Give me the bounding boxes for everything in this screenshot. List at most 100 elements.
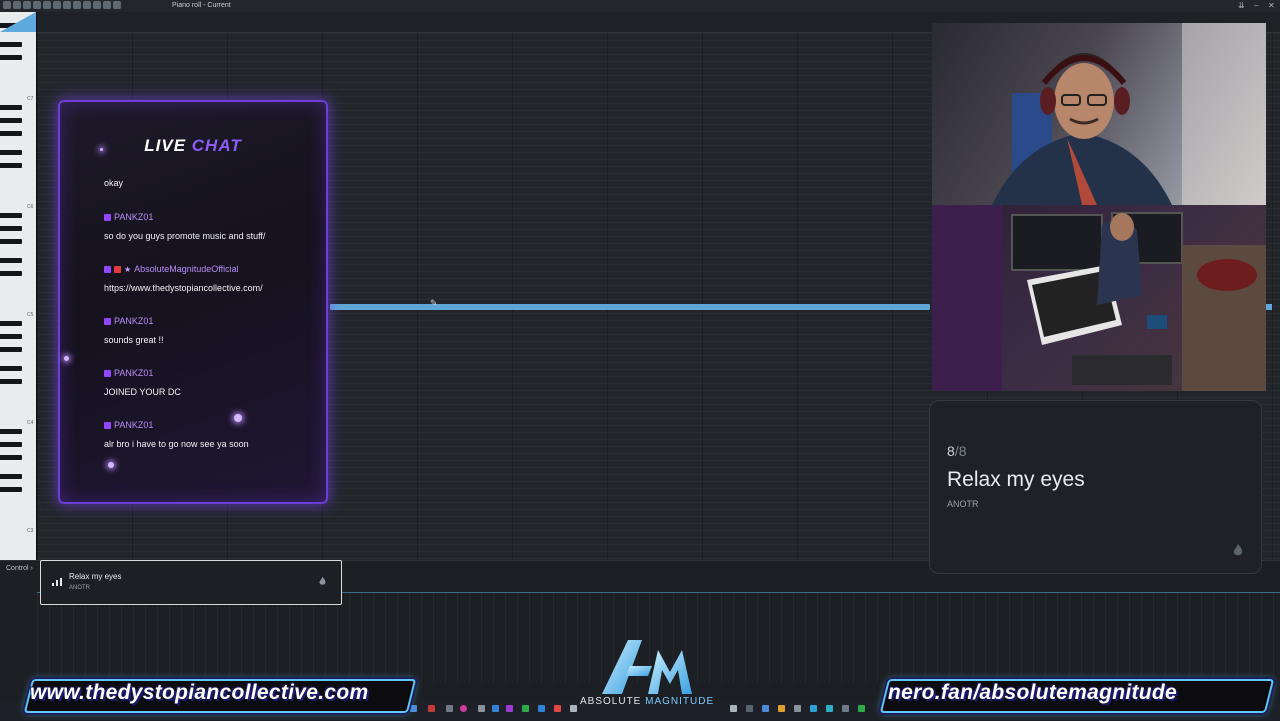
piano-black-key[interactable] <box>0 131 22 136</box>
taskbar-app-icon[interactable] <box>810 705 817 712</box>
control-label[interactable]: Control › <box>6 565 33 572</box>
select-icon[interactable] <box>83 1 91 9</box>
taskbar-app-icon[interactable] <box>492 705 499 712</box>
chat-message-text: JOINED YOUR DC <box>104 387 181 397</box>
piano-black-key[interactable] <box>0 347 22 352</box>
star-badge-icon: ★ <box>124 264 132 274</box>
zoom-icon[interactable] <box>93 1 101 9</box>
piano-keyboard[interactable]: C7 C6 C5 C4 C3 <box>0 12 37 560</box>
control-label-text: Control <box>6 565 29 572</box>
taskbar-app-icon[interactable] <box>478 705 485 712</box>
taskbar-app-icon[interactable] <box>460 705 467 712</box>
piano-black-key[interactable] <box>0 334 22 339</box>
piano-black-key[interactable] <box>0 271 22 276</box>
piano-black-key[interactable] <box>0 118 22 123</box>
chat-message-text: https://www.thedystopiancollective.com/ <box>104 283 263 293</box>
broadcaster-badge-icon <box>114 265 121 273</box>
chat-username[interactable]: PANKZ01 <box>114 420 153 430</box>
midi-note-end[interactable] <box>1266 304 1272 310</box>
delete-icon[interactable] <box>53 1 61 9</box>
magnet-icon[interactable] <box>23 1 31 9</box>
track-counter: 8/8 <box>947 443 966 459</box>
flame-icon <box>1233 544 1243 556</box>
chat-message: PANKZ01 sounds great !! <box>104 316 164 345</box>
taskbar-app-icon[interactable] <box>858 705 865 712</box>
minimize-button[interactable]: – <box>1254 1 1258 10</box>
piano-black-key[interactable] <box>0 429 22 434</box>
piano-black-key[interactable] <box>0 55 22 60</box>
piano-black-key[interactable] <box>0 42 22 47</box>
chat-username[interactable]: PANKZ01 <box>114 368 153 378</box>
piano-black-key[interactable] <box>0 258 22 263</box>
taskbar-app-icon[interactable] <box>762 705 769 712</box>
logo-text-accent: MAGNITUDE <box>645 696 715 707</box>
pencil-icon[interactable] <box>33 1 41 9</box>
piano-black-key[interactable] <box>0 150 22 155</box>
speaker-icon[interactable] <box>113 1 121 9</box>
piano-black-key[interactable] <box>0 379 22 384</box>
tools-icon[interactable] <box>13 1 21 9</box>
fan-link-banner: nero.fan/absolutemagnitude <box>888 681 1177 704</box>
piano-black-key[interactable] <box>0 487 22 492</box>
sparkle-decoration <box>234 414 242 422</box>
chat-title-main: LIVE <box>144 136 187 155</box>
sparkle-decoration <box>100 148 103 151</box>
chat-message-text: sounds great !! <box>104 335 164 345</box>
taskbar-app-icon[interactable] <box>522 705 529 712</box>
taskbar-app-icon[interactable] <box>446 705 453 712</box>
chat-username[interactable]: AbsoluteMagnitudeOfficial <box>134 264 238 274</box>
mini-player <box>40 560 342 605</box>
absolute-magnitude-logo <box>602 640 692 694</box>
taskbar-app-icon[interactable] <box>794 705 801 712</box>
chat-username[interactable]: PANKZ01 <box>114 316 153 326</box>
chat-message: PANKZ01 JOINED YOUR DC <box>104 368 181 397</box>
brush-icon[interactable] <box>43 1 51 9</box>
equalizer-icon <box>52 578 62 586</box>
chat-message: okay <box>104 178 123 188</box>
mini-player-artist: ANOTR <box>69 585 90 591</box>
webcam-studio <box>932 205 1266 391</box>
track-current: 8 <box>947 443 955 459</box>
toolbar-icons <box>3 1 121 11</box>
flame-icon <box>319 576 326 585</box>
taskbar-app-icon[interactable] <box>538 705 545 712</box>
piano-black-key[interactable] <box>0 442 22 447</box>
piano-black-key[interactable] <box>0 239 22 244</box>
cursor-icon: ✎ <box>430 298 438 308</box>
chat-username[interactable]: PANKZ01 <box>114 212 153 222</box>
mute-icon[interactable] <box>63 1 71 9</box>
piano-black-key[interactable] <box>0 226 22 231</box>
taskbar-app-icon[interactable] <box>842 705 849 712</box>
chat-message-text: alr bro i have to go now see ya soon <box>104 439 249 449</box>
octave-label: C5 <box>27 312 34 318</box>
taskbar-app-icon[interactable] <box>410 705 417 712</box>
taskbar-app-icon[interactable] <box>826 705 833 712</box>
close-button[interactable]: ✕ <box>1268 1 1275 10</box>
midi-note[interactable] <box>330 304 930 310</box>
taskbar-app-icon[interactable] <box>554 705 561 712</box>
piano-black-key[interactable] <box>0 321 22 326</box>
piano-black-key[interactable] <box>0 474 22 479</box>
piano-black-key[interactable] <box>0 455 22 460</box>
piano-black-key[interactable] <box>0 213 22 218</box>
chat-title: LIVE CHAT <box>60 136 326 156</box>
slice-icon[interactable] <box>73 1 81 9</box>
taskbar-app-icon[interactable] <box>746 705 753 712</box>
detach-button[interactable]: ⇊ <box>1238 1 1245 10</box>
piano-black-key[interactable] <box>0 163 22 168</box>
piano-black-key[interactable] <box>0 105 22 110</box>
playback-icon[interactable] <box>103 1 111 9</box>
menu-icon[interactable] <box>3 1 11 9</box>
live-chat-panel: LIVE CHAT okay PANKZ01 so do you guys pr… <box>58 100 328 504</box>
mini-player-title: Relax my eyes <box>69 572 122 581</box>
octave-label: C4 <box>27 420 34 426</box>
piano-black-key[interactable] <box>0 366 22 371</box>
taskbar-app-icon[interactable] <box>778 705 785 712</box>
octave-label: C7 <box>27 96 34 102</box>
taskbar-app-icon[interactable] <box>570 705 577 712</box>
taskbar-app-icon[interactable] <box>428 705 435 712</box>
website-banner: www.thedystopiancollective.com <box>30 681 369 704</box>
window-title: Piano roll - Current <box>172 2 231 9</box>
taskbar-app-icon[interactable] <box>730 705 737 712</box>
taskbar-app-icon[interactable] <box>506 705 513 712</box>
